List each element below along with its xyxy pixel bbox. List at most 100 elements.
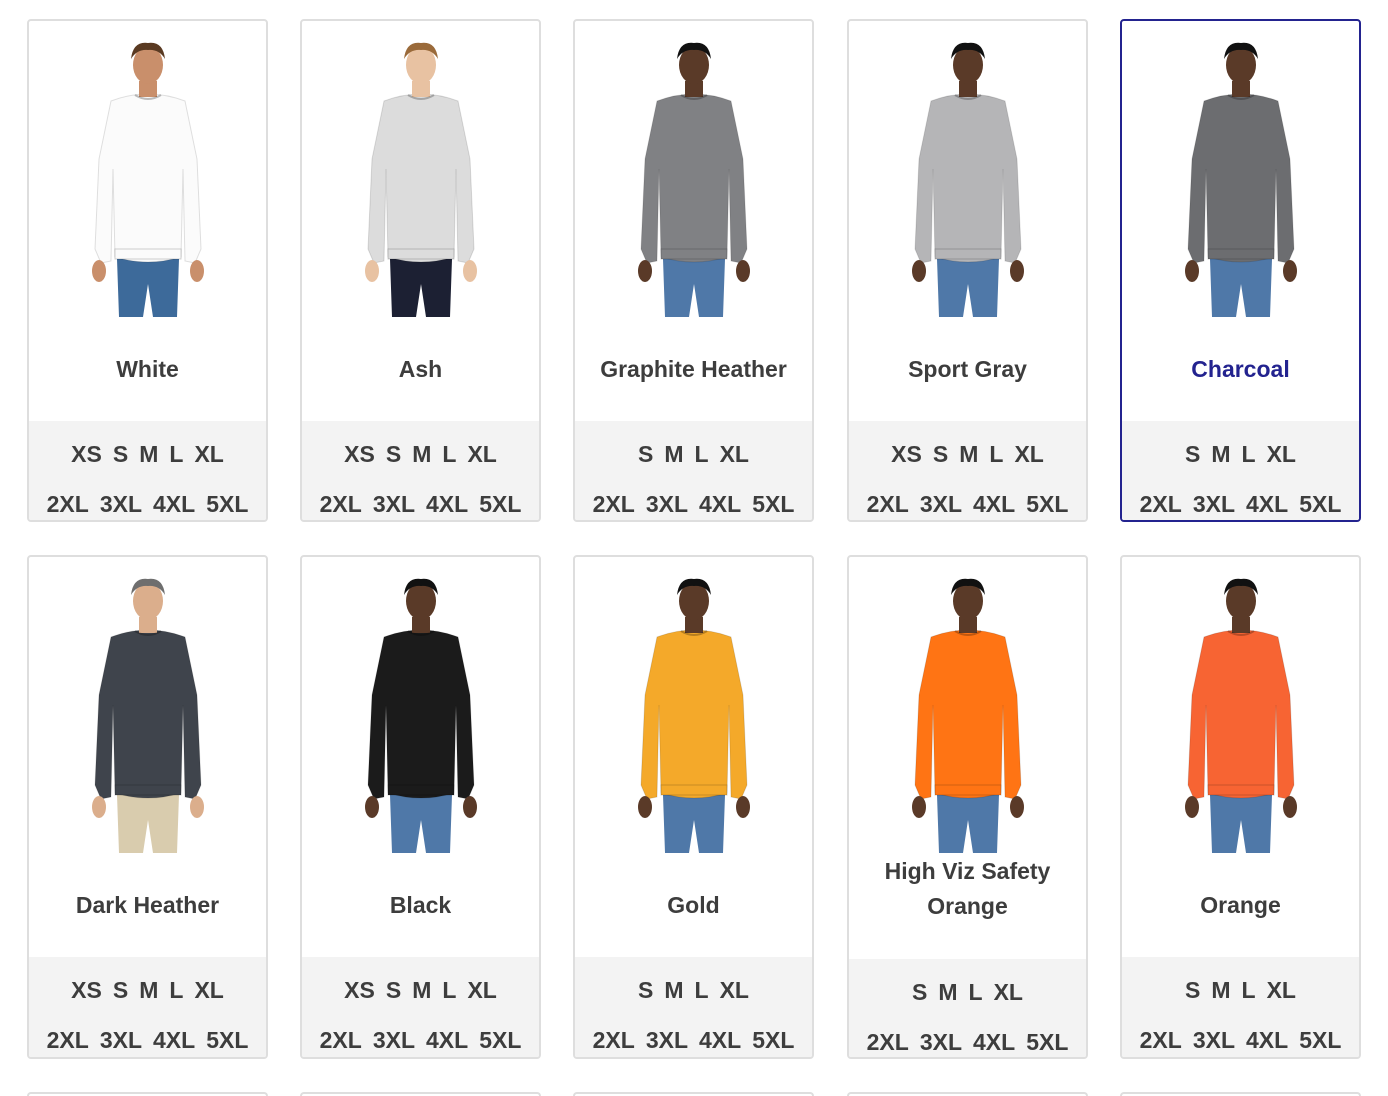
color-swatch-high-viz-safety-orange[interactable]: High Viz Safety Orange S M L XL 2XL 3XL 4XL 5XL [847, 555, 1088, 1059]
size-row: S M L XL [849, 967, 1086, 1017]
size-row: XS S M L XL [849, 429, 1086, 479]
product-image [849, 557, 1086, 853]
product-image [849, 21, 1086, 317]
size-list: S M L XL 2XL 3XL 4XL 5XL [575, 957, 812, 1057]
size-label: XS [344, 440, 375, 467]
color-name: Graphite Heather [600, 355, 787, 382]
color-name: Orange [1200, 891, 1281, 918]
color-swatch-orange[interactable]: Orange S M L XL 2XL 3XL 4XL 5XL [1120, 555, 1361, 1059]
size-label: L [169, 976, 184, 1003]
color-swatch-gold[interactable]: Gold S M L XL 2XL 3XL 4XL 5XL [573, 555, 814, 1059]
size-label: 3XL [99, 1026, 142, 1053]
size-label: 5XL [1026, 1028, 1069, 1055]
size-label: 4XL [699, 490, 742, 517]
size-label: M [139, 440, 159, 467]
size-label: XL [719, 440, 749, 467]
size-label: 5XL [1299, 1026, 1342, 1053]
color-swatch-partial[interactable] [573, 1092, 814, 1096]
size-label: 2XL [592, 490, 635, 517]
size-label: L [989, 440, 1004, 467]
size-label: 4XL [1246, 1026, 1289, 1053]
size-label: 3XL [645, 1026, 688, 1053]
size-label: M [139, 976, 159, 1003]
size-label: M [412, 440, 432, 467]
product-image [575, 21, 812, 317]
size-label: L [968, 978, 983, 1005]
size-label: 5XL [479, 490, 522, 517]
size-label: 3XL [645, 490, 688, 517]
size-label: M [664, 440, 684, 467]
size-row: 2XL 3XL 4XL 5XL [1122, 479, 1359, 520]
size-label: 3XL [372, 1026, 415, 1053]
size-list: S M L XL 2XL 3XL 4XL 5XL [1122, 421, 1359, 520]
size-list: S M L XL 2XL 3XL 4XL 5XL [849, 959, 1086, 1057]
color-swatch-partial[interactable] [300, 1092, 541, 1096]
size-label: 2XL [1139, 490, 1182, 517]
size-label: 5XL [1299, 490, 1342, 517]
product-image [302, 557, 539, 853]
size-label: 5XL [479, 1026, 522, 1053]
size-label: S [1185, 976, 1201, 1003]
size-label: 2XL [46, 1026, 89, 1053]
size-label: 3XL [1192, 1026, 1235, 1053]
color-swatch-white[interactable]: White XS S M L XL 2XL 3XL 4XL 5XL [27, 19, 268, 522]
color-swatch-sport-gray[interactable]: Sport Gray XS S M L XL 2XL 3XL 4XL 5XL [847, 19, 1088, 522]
color-name: Black [389, 891, 452, 918]
product-image [29, 21, 266, 317]
size-row: 2XL 3XL 4XL 5XL [575, 479, 812, 520]
size-label: XS [891, 440, 922, 467]
color-swatch-partial[interactable] [27, 1092, 268, 1096]
model-photo [364, 42, 477, 317]
size-label: 2XL [866, 1028, 909, 1055]
color-swatch-dark-heather[interactable]: Dark Heather XS S M L XL 2XL 3XL 4XL 5XL [27, 555, 268, 1059]
model-photo [91, 42, 204, 317]
size-label: XS [71, 440, 102, 467]
color-swatch-partial[interactable] [847, 1092, 1088, 1096]
size-label: 2XL [1139, 1026, 1182, 1053]
size-label: XS [71, 976, 102, 1003]
product-image [1122, 557, 1359, 853]
size-label: 4XL [699, 1026, 742, 1053]
size-label: XL [993, 978, 1023, 1005]
model-photo [1184, 578, 1297, 853]
size-label: XL [719, 976, 749, 1003]
size-list: XS S M L XL 2XL 3XL 4XL 5XL [29, 421, 266, 520]
size-label: S [638, 976, 654, 1003]
size-label: XL [467, 976, 497, 1003]
size-label: 4XL [153, 1026, 196, 1053]
model-photo [637, 578, 750, 853]
size-row: 2XL 3XL 4XL 5XL [849, 479, 1086, 520]
size-label: 2XL [319, 490, 362, 517]
model-photo [911, 578, 1024, 853]
size-row: 2XL 3XL 4XL 5XL [29, 1015, 266, 1057]
size-label: XL [194, 976, 224, 1003]
size-label: M [938, 978, 958, 1005]
color-swatch-graphite-heather[interactable]: Graphite Heather S M L XL 2XL 3XL 4XL 5XL [573, 19, 814, 522]
size-row: 2XL 3XL 4XL 5XL [1122, 1015, 1359, 1057]
size-label: S [385, 976, 402, 1003]
color-swatch-ash[interactable]: Ash XS S M L XL 2XL 3XL 4XL 5XL [300, 19, 541, 522]
model-photo [911, 42, 1024, 317]
color-name: Charcoal [1191, 355, 1290, 382]
size-row: 2XL 3XL 4XL 5XL [302, 1015, 539, 1057]
size-label: 3XL [1192, 490, 1235, 517]
size-label: S [638, 440, 654, 467]
size-label: S [1185, 440, 1201, 467]
color-swatch-black[interactable]: Black XS S M L XL 2XL 3XL 4XL 5XL [300, 555, 541, 1059]
size-label: L [169, 440, 184, 467]
size-label: 3XL [372, 490, 415, 517]
model-photo [91, 578, 204, 853]
color-swatch-partial[interactable] [1120, 1092, 1361, 1096]
size-label: XS [344, 976, 375, 1003]
size-row: XS S M L XL [302, 429, 539, 479]
size-label: M [1211, 440, 1231, 467]
size-row: XS S M L XL [302, 965, 539, 1015]
size-label: 4XL [426, 490, 469, 517]
size-row: S M L XL [1122, 965, 1359, 1015]
color-name: Dark Heather [75, 891, 220, 918]
size-label: 5XL [752, 490, 795, 517]
size-label: 5XL [206, 1026, 249, 1053]
size-label: 5XL [1026, 490, 1069, 517]
color-swatch-charcoal[interactable]: Charcoal S M L XL 2XL 3XL 4XL 5XL [1120, 19, 1361, 522]
size-label: 5XL [206, 490, 249, 517]
